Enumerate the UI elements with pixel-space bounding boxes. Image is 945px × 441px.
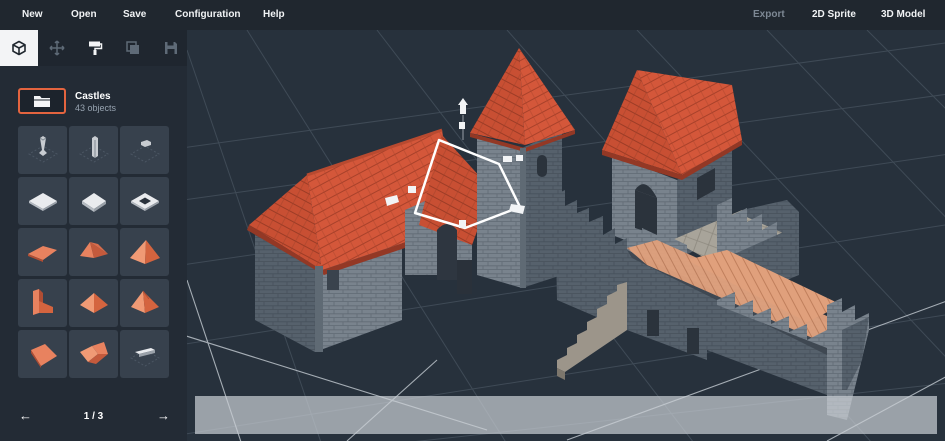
menu-new[interactable]: New	[22, 0, 43, 30]
palette-item[interactable]	[18, 279, 67, 327]
category-title: Castles	[75, 91, 111, 102]
wall-post-icon	[129, 140, 160, 163]
menu-bar: New Open Save Configuration Help Export …	[0, 0, 945, 30]
tool-save[interactable]	[152, 30, 190, 66]
folder-icon	[34, 96, 50, 107]
palette-item[interactable]	[69, 228, 118, 276]
palette-item[interactable]	[120, 330, 169, 378]
move-up-handle-icon[interactable]	[458, 98, 468, 114]
menu-export[interactable]: Export	[753, 0, 785, 30]
viewport-3d[interactable]	[187, 30, 945, 441]
palette-item[interactable]	[18, 330, 67, 378]
palette-item[interactable]	[18, 228, 67, 276]
pagination: ← 1 / 3 →	[0, 406, 187, 430]
palette-item[interactable]	[120, 126, 169, 174]
palette-item[interactable]	[18, 177, 67, 225]
palette-item[interactable]	[120, 279, 169, 327]
sidebar: Castles 43 objects ← 1 / 3 →	[0, 30, 187, 441]
category-folder-button[interactable]	[18, 88, 66, 114]
roof-pyramid-icon	[79, 293, 108, 313]
roof-pyramid-icon	[129, 240, 160, 264]
roof-block-icon	[30, 344, 57, 368]
duplicate-icon	[126, 41, 139, 54]
floor-hole-icon	[130, 193, 159, 211]
tool-objects[interactable]	[0, 30, 38, 66]
corner-handle-icon[interactable]	[459, 220, 466, 228]
paint-roller-icon	[89, 41, 103, 55]
corner-handle-icon[interactable]	[503, 156, 512, 162]
export-2d-sprite-button[interactable]: 2D Sprite	[812, 0, 856, 30]
roof-pyramid-icon	[130, 290, 159, 313]
category-count: 43 objects	[75, 103, 117, 113]
wall-post-icon	[27, 136, 58, 163]
roof-slope-icon	[27, 246, 57, 262]
tool-paint[interactable]	[76, 30, 114, 66]
beam-icon	[129, 348, 160, 367]
scene-canvas[interactable]	[187, 30, 945, 441]
menu-help[interactable]: Help	[263, 0, 285, 30]
roof-gable-icon	[32, 289, 53, 315]
cube-icon	[12, 40, 26, 56]
corner-handle-icon[interactable]	[516, 155, 523, 161]
menu-open[interactable]: Open	[71, 0, 97, 30]
wall-post-icon	[78, 136, 109, 163]
save-disk-icon	[165, 42, 177, 54]
palette-item[interactable]	[120, 228, 169, 276]
corner-handle-icon[interactable]	[459, 122, 465, 129]
corner-handle-icon[interactable]	[408, 186, 416, 193]
next-page-arrow-icon[interactable]: →	[157, 408, 170, 423]
menu-configuration[interactable]: Configuration	[175, 0, 241, 30]
export-3d-model-button[interactable]: 3D Model	[881, 0, 925, 30]
palette-item[interactable]	[69, 279, 118, 327]
menu-save[interactable]: Save	[123, 0, 146, 30]
move-icon	[49, 40, 65, 56]
palette-item[interactable]	[120, 177, 169, 225]
bottom-overlay-bar	[195, 396, 937, 434]
roof-pyramid-icon	[79, 242, 108, 258]
palette-item[interactable]	[69, 177, 118, 225]
tool-row	[0, 30, 187, 66]
tool-move[interactable]	[38, 30, 76, 66]
palette-item[interactable]	[18, 126, 67, 174]
roof-corner-icon	[79, 342, 108, 364]
tool-duplicate[interactable]	[114, 30, 152, 66]
palette-item[interactable]	[69, 126, 118, 174]
floor-tile-icon	[28, 193, 57, 211]
palette-item[interactable]	[69, 330, 118, 378]
floor-tile-icon	[81, 193, 106, 212]
